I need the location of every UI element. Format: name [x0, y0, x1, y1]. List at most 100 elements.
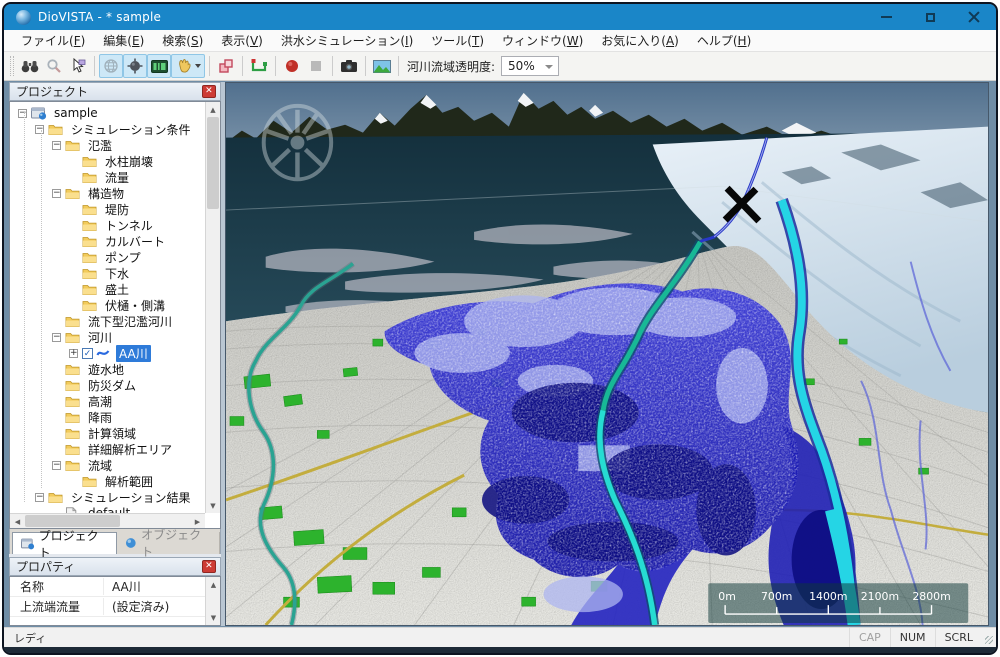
tree-item-カルバート[interactable]: カルバート [10, 233, 205, 249]
expand-plus-box[interactable]: + [69, 349, 78, 358]
magnifier-icon [46, 58, 62, 74]
tree-item-AA川[interactable]: +✓AA川 [10, 345, 205, 361]
project-panel-close-button[interactable]: ✕ [202, 85, 216, 98]
tree-item-詳細解析エリア[interactable]: 詳細解析エリア [10, 441, 205, 457]
scroll-thumb[interactable] [207, 117, 219, 209]
orbit-view-button[interactable] [123, 54, 147, 78]
scroll-thumb[interactable] [25, 515, 120, 527]
zoom-select-button[interactable] [42, 54, 66, 78]
scale-label: 2800m [912, 590, 950, 603]
expand-minus-box[interactable]: − [18, 109, 27, 118]
menu-item-8[interactable]: ヘルプ(H) [688, 30, 760, 51]
pan-hand-button[interactable] [171, 54, 205, 78]
snapshot-button[interactable] [337, 54, 361, 78]
tile-windows-button[interactable] [214, 54, 238, 78]
indicator-scrl: SCRL [935, 628, 982, 647]
project-tab-icon [21, 538, 35, 550]
tree-item-降雨[interactable]: 降雨 [10, 409, 205, 425]
tree-item-default[interactable]: default [10, 505, 205, 513]
minimize-button[interactable] [864, 4, 908, 30]
toolbar-separator [365, 56, 366, 76]
tree-item-防災ダム[interactable]: 防災ダム [10, 377, 205, 393]
menu-item-7[interactable]: お気に入り(A) [592, 30, 688, 51]
tree-item-計算領域[interactable]: 計算領域 [10, 425, 205, 441]
scale-label: 1400m [809, 590, 847, 603]
tree-item-トンネル[interactable]: トンネル [10, 217, 205, 233]
menu-item-1[interactable]: 編集(E) [94, 30, 153, 51]
toolbar-separator [242, 56, 243, 76]
tree-item-解析範囲[interactable]: 解析範囲 [10, 473, 205, 489]
expand-minus-box[interactable]: − [52, 333, 61, 342]
tree-item-水柱崩壊[interactable]: 水柱崩壊 [10, 153, 205, 169]
close-button[interactable] [952, 4, 996, 30]
expand-minus-box[interactable]: − [52, 141, 61, 150]
scroll-up-button[interactable]: ▲ [206, 102, 220, 117]
tab-project[interactable]: プロジェクト [12, 532, 117, 554]
scroll-down-button[interactable]: ▼ [206, 610, 221, 625]
transparency-label: 河川流域透明度: [407, 58, 495, 75]
time-display-button[interactable] [147, 54, 171, 78]
property-row-上流端流量[interactable]: 上流端流量(設定済み) [10, 597, 205, 617]
expand-minus-box[interactable]: − [35, 493, 44, 502]
tree-item-下水[interactable]: 下水 [10, 265, 205, 281]
properties-scrollbar[interactable]: ▲ ▼ [205, 577, 220, 625]
layer-checkbox[interactable]: ✓ [82, 348, 93, 359]
tree-item-氾濫[interactable]: −氾濫 [10, 137, 205, 153]
scroll-down-button[interactable]: ▼ [206, 498, 220, 513]
stop-icon [309, 59, 323, 73]
tree-item-河川[interactable]: −河川 [10, 329, 205, 345]
folder-icon [82, 155, 97, 168]
grid-globe-view-button[interactable] [99, 54, 123, 78]
expand-minus-box[interactable]: − [52, 461, 61, 470]
tree-item-流量[interactable]: 流量 [10, 169, 205, 185]
transparency-combobox[interactable]: 50% [501, 56, 559, 76]
folder-icon [48, 491, 63, 504]
scroll-up-button[interactable]: ▲ [206, 577, 221, 592]
menu-item-5[interactable]: ツール(T) [422, 30, 493, 51]
find-binoculars-button[interactable] [18, 54, 42, 78]
tab-object[interactable]: オブジェクト [117, 532, 219, 554]
folder-icon [65, 315, 80, 328]
record-button[interactable] [280, 54, 304, 78]
tree-item-盛土[interactable]: 盛土 [10, 281, 205, 297]
tree-vertical-scrollbar[interactable]: ▲ ▼ [205, 102, 220, 513]
expand-minus-box[interactable]: − [52, 189, 61, 198]
tree-item-label: 高潮 [85, 393, 115, 410]
pointer-icon [70, 58, 86, 74]
tree-item-流下型氾濫河川[interactable]: 流下型氾濫河川 [10, 313, 205, 329]
tree-item-label: トンネル [102, 217, 156, 234]
scale-label: 2100m [861, 590, 899, 603]
scroll-left-button[interactable]: ◀ [10, 514, 25, 529]
tree-item-遊水地[interactable]: 遊水地 [10, 361, 205, 377]
tree-item-label: 降雨 [85, 409, 115, 426]
scroll-right-button[interactable]: ▶ [190, 514, 205, 529]
properties-panel-close-button[interactable]: ✕ [202, 560, 216, 573]
tree-horizontal-scrollbar[interactable]: ◀ ▶ [10, 513, 205, 528]
menu-item-3[interactable]: 表示(V) [212, 30, 272, 51]
tree-item-構造物[interactable]: −構造物 [10, 185, 205, 201]
pointer-select-button[interactable] [66, 54, 90, 78]
menu-item-4[interactable]: 洪水シミュレーション(I) [272, 30, 422, 51]
tree-item-高潮[interactable]: 高潮 [10, 393, 205, 409]
tree-item-伏樋・側溝[interactable]: 伏樋・側溝 [10, 297, 205, 313]
tree-item-ポンプ[interactable]: ポンプ [10, 249, 205, 265]
maximize-button[interactable] [908, 4, 952, 30]
tree-item-label: 流下型氾濫河川 [85, 313, 175, 330]
expand-minus-box[interactable]: − [35, 125, 44, 134]
menu-item-2[interactable]: 検索(S) [153, 30, 212, 51]
tree-item-流域[interactable]: −流域 [10, 457, 205, 473]
property-row-名称[interactable]: 名称AA川 [10, 577, 205, 597]
toolbar-grip[interactable] [10, 56, 14, 76]
application-window: DioVISTA - * sample ファイル(F)編集(E)検索(S)表示(… [0, 0, 1000, 657]
tree-item-sample[interactable]: −sample [10, 105, 205, 121]
menu-item-6[interactable]: ウィンドウ(W) [493, 30, 592, 51]
map-view[interactable]: 0m 700m 1400m 2100m 2800m [225, 82, 989, 626]
route-line-button[interactable] [247, 54, 271, 78]
menu-item-0[interactable]: ファイル(F) [12, 30, 94, 51]
resize-grip[interactable] [982, 628, 996, 647]
background-map-button[interactable] [370, 54, 394, 78]
tree-item-堤防[interactable]: 堤防 [10, 201, 205, 217]
tree-item-シミュレーション条件[interactable]: −シミュレーション条件 [10, 121, 205, 137]
tree-item-シミュレーション結果[interactable]: −シミュレーション結果 [10, 489, 205, 505]
stop-button[interactable] [304, 54, 328, 78]
